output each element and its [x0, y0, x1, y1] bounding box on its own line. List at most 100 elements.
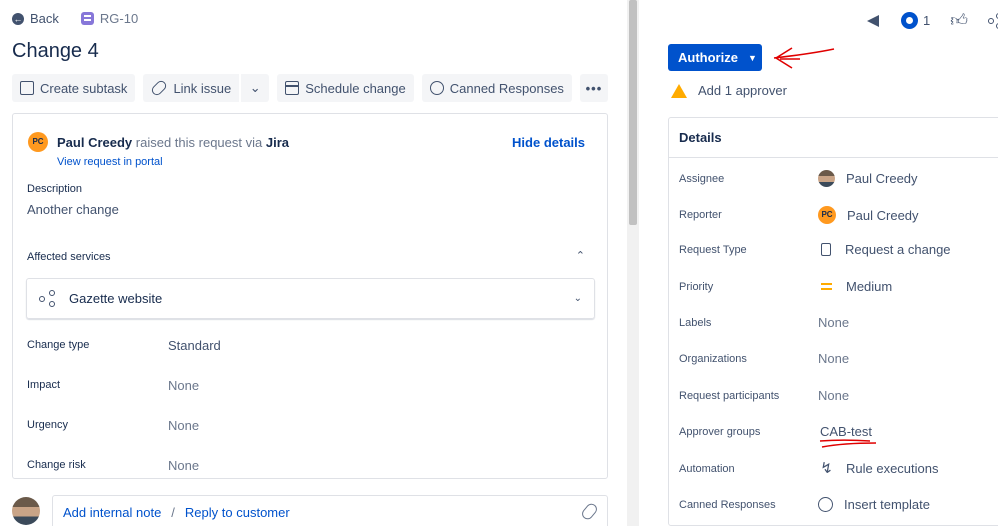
create-subtask-button[interactable]: Create subtask — [12, 74, 136, 102]
detail-labels: Labels None — [679, 315, 849, 330]
chevron-down-icon: ▼ — [747, 52, 757, 63]
request-channel: Jira — [265, 134, 289, 150]
scrollbar-thumb[interactable] — [629, 0, 637, 225]
link-icon — [150, 78, 169, 98]
megaphone-icon[interactable] — [863, 14, 881, 28]
share-icon[interactable] — [988, 12, 998, 29]
link-issue-button[interactable]: Link issue — [143, 74, 240, 102]
detail-reporter: Reporter PC Paul Creedy — [679, 206, 919, 224]
canned-responses-button[interactable]: Canned Responses — [421, 74, 572, 102]
warning-icon — [671, 83, 687, 98]
issue-key: RG-10 — [99, 11, 139, 26]
more-actions-button[interactable]: ••• — [579, 74, 608, 102]
field-label: Urgency — [27, 419, 68, 431]
checkbox-icon — [20, 81, 34, 95]
detail-value[interactable]: None — [818, 388, 849, 403]
field-value[interactable]: None — [168, 378, 199, 393]
request-type-value[interactable]: Request a change — [818, 242, 951, 257]
document-icon — [821, 243, 831, 256]
approver-warning[interactable]: Add 1 approver — [671, 83, 787, 98]
detail-priority: Priority Medium — [679, 278, 892, 295]
field-value[interactable]: None — [168, 418, 199, 433]
chevron-down-icon: ⌄ — [249, 80, 261, 95]
back-link[interactable]: ← Back — [12, 11, 59, 26]
detail-value: Rule executions — [846, 461, 939, 476]
issue-key-link[interactable]: RG-10 — [80, 11, 139, 26]
detail-value[interactable]: None — [818, 315, 849, 330]
authorize-button[interactable]: Authorize ▼ — [668, 44, 762, 71]
hide-details-button[interactable]: Hide details — [512, 135, 585, 150]
link-issue-dropdown[interactable]: ⌄ — [241, 74, 270, 102]
comment-separator: / — [171, 504, 175, 520]
detail-value[interactable]: CAB-test — [820, 424, 872, 439]
field-change-type: Change type Standard — [27, 338, 221, 353]
detail-value: Medium — [846, 279, 893, 294]
detail-label: Organizations — [679, 352, 747, 365]
reply-to-customer-link[interactable]: Reply to customer — [185, 505, 290, 520]
link-issue-group: Link issue ⌄ — [143, 74, 270, 102]
watchers-count: 1 — [923, 13, 931, 28]
canned-response-icon — [429, 81, 444, 95]
chevron-up-icon[interactable]: ⌃ — [576, 249, 585, 262]
reporter-name[interactable]: Paul Creedy — [57, 135, 132, 150]
detail-value[interactable]: None — [818, 351, 849, 366]
detail-canned-responses: Canned Responses Insert template — [679, 497, 930, 512]
detail-assignee: Assignee Paul Creedy — [679, 170, 918, 187]
service-name: Gazette website — [69, 291, 163, 306]
automation-value[interactable]: ↯ Rule executions — [818, 460, 939, 477]
paperclip-icon[interactable] — [579, 501, 600, 522]
detail-label: Request participants — [679, 389, 780, 402]
detail-label: Automation — [679, 462, 735, 475]
add-internal-note-link[interactable]: Add internal note — [63, 505, 161, 520]
annotation-underline — [819, 439, 877, 448]
canned-response-icon — [818, 497, 833, 512]
field-label: Change type — [27, 339, 90, 351]
calendar-icon — [285, 81, 300, 95]
schedule-change-button[interactable]: Schedule change — [277, 74, 414, 102]
detail-organizations: Organizations None — [679, 351, 849, 366]
thumbs-up-icon[interactable]: 👍︎ — [950, 10, 968, 31]
assignee-value[interactable]: Paul Creedy — [818, 170, 918, 187]
back-label: Back — [30, 11, 59, 26]
schedule-change-label: Schedule change — [305, 80, 406, 96]
affected-service-item[interactable]: Gazette website ⌄ — [26, 278, 595, 319]
field-value[interactable]: Standard — [168, 338, 221, 353]
arrow-left-icon: ← — [12, 12, 24, 25]
field-change-risk: Change risk None — [27, 458, 199, 473]
issue-type-icon — [80, 12, 94, 25]
detail-label: Reporter — [679, 209, 722, 221]
detail-label: Request Type — [679, 243, 747, 256]
priority-value[interactable]: Medium — [818, 278, 892, 295]
affected-services-label: Affected services — [27, 251, 111, 263]
detail-label: Assignee — [679, 172, 725, 185]
link-issue-label: Link issue — [173, 80, 232, 96]
issue-main-panel: ← Back RG-10 Change 4 Create subtask Lin… — [0, 0, 627, 526]
issue-title[interactable]: Change 4 — [12, 40, 99, 63]
view-request-portal-link[interactable]: View request in portal — [57, 156, 163, 168]
request-details-card: PC Paul Creedy raised this request via J… — [12, 113, 608, 479]
main-scrollbar[interactable] — [627, 0, 639, 526]
reporter-value[interactable]: PC Paul Creedy — [818, 206, 919, 224]
reporter-row: PC Paul Creedy raised this request via J… — [28, 132, 289, 152]
more-icon: ••• — [585, 80, 603, 96]
field-label: Impact — [27, 379, 61, 391]
eye-icon — [901, 12, 918, 29]
assignee-avatar — [818, 170, 835, 187]
detail-value: Request a change — [845, 242, 951, 257]
watch-button[interactable]: 1 — [901, 12, 930, 29]
comment-box[interactable]: Add internal note / Reply to customer — [52, 495, 608, 526]
canned-responses-value[interactable]: Insert template — [818, 497, 930, 512]
field-label: Change risk — [27, 459, 86, 471]
details-heading[interactable]: Details — [669, 118, 998, 158]
description-label: Description — [27, 183, 83, 195]
authorize-label: Authorize — [678, 50, 738, 65]
description-value[interactable]: Another change — [27, 202, 119, 217]
detail-label: Canned Responses — [679, 498, 776, 511]
approver-text: Add 1 approver — [698, 83, 787, 98]
field-value[interactable]: None — [168, 458, 199, 473]
issue-actions: 1 👍︎ — [863, 10, 998, 31]
detail-request-type: Request Type Request a change — [679, 242, 951, 257]
chevron-down-icon[interactable]: ⌄ — [574, 293, 582, 304]
details-panel: Details Assignee Paul Creedy Reporter PC… — [668, 117, 998, 526]
issue-toolbar: Create subtask Link issue ⌄ Schedule cha… — [12, 74, 608, 102]
